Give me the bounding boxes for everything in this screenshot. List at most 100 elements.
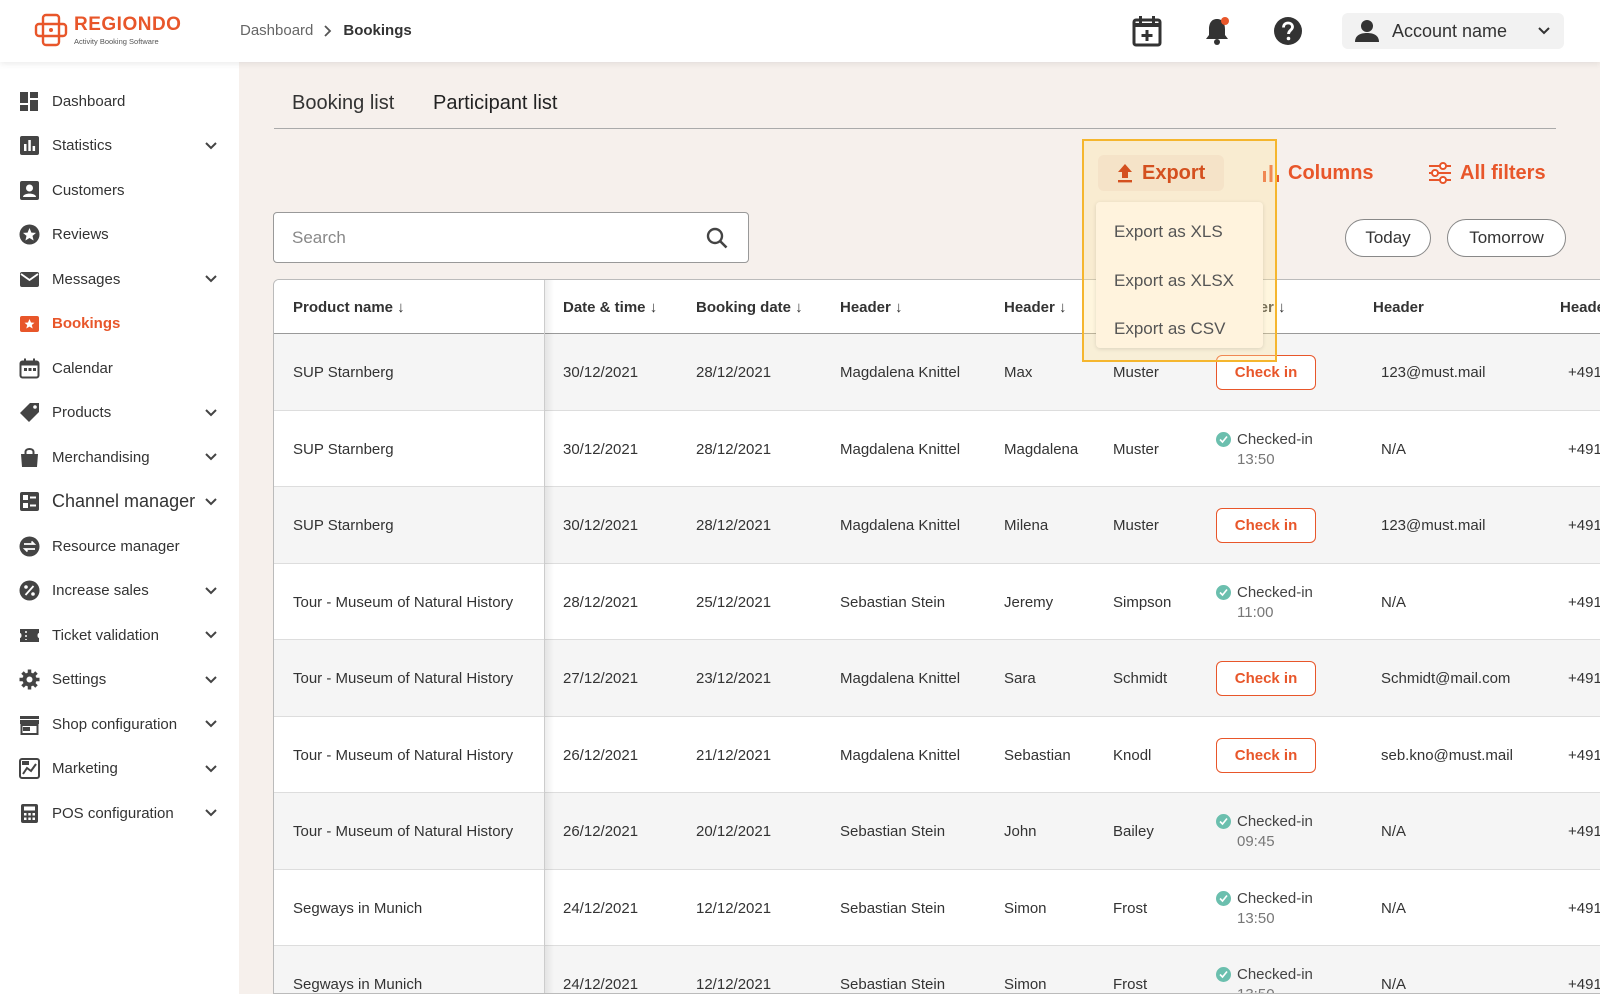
sidebar-item-statistics[interactable]: Statistics [0, 124, 239, 169]
export-csv-option[interactable]: Export as CSV [1096, 305, 1263, 354]
cell-first: Sara [1004, 670, 1036, 687]
cell-last: Knodl [1113, 746, 1152, 764]
chevron-down-icon[interactable] [203, 583, 219, 599]
sidebar-item-label: Channel manager [52, 491, 196, 512]
upload-icon [1118, 164, 1132, 183]
cell-email: N/A [1381, 976, 1407, 993]
export-xlsx-option[interactable]: Export as XLSX [1096, 257, 1263, 306]
sidebar-item-calendar[interactable]: Calendar [0, 346, 239, 391]
column-header[interactable]: Header [1373, 299, 1424, 316]
column-header[interactable]: Date & time ↓ [563, 299, 657, 316]
checked-in-time: 13:50 [1237, 450, 1275, 468]
cell-guide: Sebastian Stein [840, 823, 946, 840]
participant-table: Product name ↓ Date & time ↓ Booking date … [273, 279, 1600, 994]
logo[interactable]: REGIONDO Activity Booking Software [34, 12, 181, 48]
logo-icon [34, 13, 68, 47]
table-row[interactable]: Tour - Museum of Natural History 26/12/20… [274, 793, 1600, 870]
sidebar-item-increase-sales[interactable]: Increase sales [0, 569, 239, 614]
cell-last: Schmidt [1113, 670, 1168, 687]
table-row[interactable]: Tour - Museum of Natural History 27/12/20… [274, 640, 1600, 717]
checked-in-status: Checked-in 13:50 [1216, 966, 1313, 993]
sidebar-item-channel-manager[interactable]: Channel manager [0, 480, 239, 525]
chevron-down-icon[interactable] [203, 716, 219, 732]
table-row[interactable]: Segways in Munich 24/12/2021 12/12/2021 Seb… [274, 946, 1600, 993]
cell-last: Frost [1113, 899, 1148, 917]
cell-phone: +4912 [1568, 976, 1600, 993]
sidebar-item-messages[interactable]: Messages [0, 257, 239, 302]
sidebar-item-reviews[interactable]: Reviews [0, 213, 239, 258]
sidebar-item-customers[interactable]: Customers [0, 168, 239, 213]
column-header[interactable]: Header ↓ [840, 299, 903, 316]
sidebar-item-merchandising[interactable]: Merchandising [0, 435, 239, 480]
sidebar-item-resource-manager[interactable]: Resource manager [0, 524, 239, 569]
chevron-down-icon[interactable] [203, 805, 219, 821]
export-label: Export [1142, 161, 1206, 184]
account-menu[interactable]: Account name [1342, 13, 1564, 49]
table-row[interactable]: SUP Starnberg 30/12/2021 28/12/2021 Magdale… [274, 334, 1600, 411]
table-row[interactable]: SUP Starnberg 30/12/2021 28/12/2021 Magdale… [274, 487, 1600, 564]
sidebar-item-ticket-validation[interactable]: Ticket validation [0, 613, 239, 658]
table-row[interactable]: Segways in Munich 24/12/2021 12/12/2021 Seb… [274, 870, 1600, 946]
tab-participant-list[interactable]: Participant list [433, 92, 558, 115]
tomorrow-chip[interactable]: Tomorrow [1447, 219, 1566, 257]
tab-booking-list[interactable]: Booking list [292, 92, 394, 115]
chevron-down-icon[interactable] [203, 672, 219, 688]
check-circle-icon [1216, 814, 1231, 829]
cell-first: John [1004, 823, 1037, 840]
cell-last: Simpson [1113, 593, 1172, 611]
sidebar-item-shop-configuration[interactable]: Shop configuration [0, 702, 239, 747]
cell-guide: Sebastian Stein [840, 976, 946, 993]
search-icon[interactable] [706, 227, 728, 249]
chevron-down-icon[interactable] [203, 627, 219, 643]
cell-guide: Magdalena Knittel [840, 746, 961, 764]
check-in-button[interactable]: Check in [1216, 661, 1316, 696]
chevron-down-icon[interactable] [203, 761, 219, 777]
export-xls-option[interactable]: Export as XLS [1096, 208, 1263, 257]
all-filters-button[interactable]: All filters [1428, 155, 1546, 191]
customers-icon [18, 179, 40, 201]
notifications-button[interactable] [1200, 14, 1234, 48]
cell-email: 123@must.mail [1381, 364, 1486, 381]
sidebar-item-pos-configuration[interactable]: POS configuration [0, 791, 239, 836]
column-header[interactable]: Product name ↓ [293, 299, 405, 316]
table-row[interactable]: Tour - Museum of Natural History 26/12/20… [274, 717, 1600, 793]
cell-product: SUP Starnberg [293, 440, 394, 458]
help-button[interactable] [1271, 14, 1305, 48]
check-in-button[interactable]: Check in [1216, 508, 1316, 543]
today-chip[interactable]: Today [1345, 219, 1431, 257]
chevron-down-icon[interactable] [203, 449, 219, 465]
table-row[interactable]: SUP Starnberg 30/12/2021 28/12/2021 Magdale… [274, 411, 1600, 487]
cell-booking: 28/12/2021 [696, 517, 772, 534]
sidebar-item-settings[interactable]: Settings [0, 658, 239, 703]
cell-date: 26/12/2021 [563, 746, 639, 764]
calendar-add-icon [1132, 16, 1162, 47]
export-button[interactable]: Export [1098, 155, 1224, 191]
column-header[interactable]: Heade [1560, 299, 1600, 316]
all-filters-label: All filters [1460, 161, 1546, 184]
search-input[interactable] [292, 227, 706, 248]
columns-button[interactable]: Columns [1262, 155, 1374, 191]
cell-guide: Magdalena Knittel [840, 517, 961, 534]
chevron-down-icon[interactable] [203, 271, 219, 287]
column-header[interactable]: Header ↓ [1004, 299, 1067, 316]
check-in-button[interactable]: Check in [1216, 737, 1316, 773]
chevron-down-icon[interactable] [203, 405, 219, 421]
column-header[interactable]: Booking date ↓ [696, 299, 803, 316]
sidebar-item-dashboard[interactable]: Dashboard [0, 79, 239, 124]
sidebar-item-products[interactable]: Products [0, 391, 239, 436]
cell-email: N/A [1381, 593, 1407, 611]
add-booking-button[interactable] [1130, 14, 1164, 48]
filters-icon [1429, 162, 1451, 184]
cell-guide: Sebastian Stein [840, 593, 946, 611]
chevron-down-icon[interactable] [203, 494, 219, 510]
sidebar-item-bookings[interactable]: Bookings [0, 302, 239, 347]
chevron-down-icon [1538, 27, 1550, 35]
help-icon [1274, 17, 1302, 45]
cell-phone: +4912 [1568, 899, 1600, 917]
breadcrumb-dashboard[interactable]: Dashboard [240, 22, 313, 39]
cell-first: Sebastian [1004, 746, 1071, 764]
cell-date: 26/12/2021 [563, 823, 639, 840]
table-row[interactable]: Tour - Museum of Natural History 28/12/20… [274, 564, 1600, 640]
chevron-down-icon[interactable] [203, 138, 219, 154]
sidebar-item-marketing[interactable]: Marketing [0, 747, 239, 792]
